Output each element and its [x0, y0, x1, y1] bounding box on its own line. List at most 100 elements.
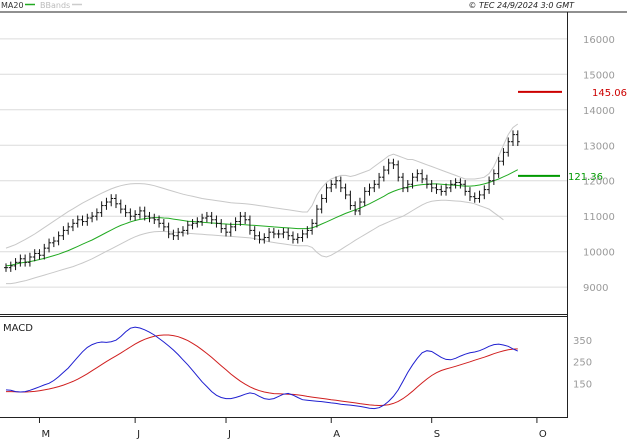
ohlc-bar — [147, 211, 152, 223]
time-axis: MJJASO — [38, 417, 547, 440]
ohlc-bar — [166, 222, 171, 239]
bollinger-lower-band — [6, 199, 504, 285]
ohlc-bar — [171, 229, 176, 240]
ohlc-bar — [424, 174, 429, 189]
ohlc-bar — [56, 231, 61, 246]
chart-canvas: MA20 BBands © TEC 24/9/2024 3:0 GMT 145.… — [0, 0, 627, 440]
ohlc-bar — [391, 158, 396, 170]
ohlc-bar — [18, 254, 23, 267]
ohlc-bar — [453, 178, 458, 189]
month-label: O — [539, 429, 547, 440]
ohlc-bar — [348, 190, 353, 210]
ohlc-bar — [75, 215, 80, 228]
ohlc-bar — [257, 231, 262, 244]
ohlc-bar — [353, 201, 358, 216]
ohlc-bar — [487, 176, 492, 194]
ohlc-bar — [200, 213, 205, 226]
price-panel: 145.06 121.36 16000150001400013000120001… — [0, 35, 627, 294]
ohlc-bar — [70, 219, 75, 232]
ohlc-bar — [32, 249, 37, 262]
ohlc-bar — [123, 204, 128, 217]
ohlc-bar — [152, 213, 157, 225]
price-tick-label: 15000 — [583, 70, 615, 81]
ohlc-bar — [180, 226, 185, 237]
ohlc-bar — [23, 254, 28, 267]
ohlc-bar — [444, 183, 449, 196]
ohlc-bar — [109, 194, 114, 207]
ohlc-bar — [27, 252, 32, 267]
ohlc-bar — [386, 158, 391, 175]
ohlc-bar — [219, 219, 224, 233]
ohlc-bar — [94, 208, 99, 221]
ohlc-bar — [61, 226, 66, 240]
ohlc-bar — [271, 227, 276, 239]
chart-header: MA20 BBands © TEC 24/9/2024 3:0 GMT — [0, 0, 627, 10]
ohlc-bar — [51, 236, 56, 248]
ohlc-bar — [66, 222, 71, 235]
month-label: J — [227, 429, 231, 440]
ohlc-bar — [372, 180, 377, 193]
ohlc-bar — [362, 187, 367, 207]
ohlc-bar — [204, 211, 209, 223]
ohlc-bar — [448, 180, 453, 193]
price-tick-label: 11000 — [583, 212, 615, 223]
price-tick-label: 13000 — [583, 141, 615, 152]
price-gridlines — [0, 38, 567, 288]
price-tick-label: 12000 — [583, 177, 615, 188]
ohlc-bar — [415, 169, 420, 182]
ohlc-bars — [4, 130, 520, 272]
ohlc-bar — [511, 130, 515, 146]
ohlc-bar — [506, 137, 511, 157]
ohlc-bar — [396, 160, 401, 182]
ohlc-bar — [176, 227, 181, 240]
macd-title: MACD — [3, 323, 33, 334]
ohlc-bar — [405, 180, 410, 193]
ohlc-bar — [161, 219, 166, 232]
ohlc-bar — [190, 219, 195, 230]
ohlc-bar — [8, 261, 13, 272]
ohlc-bar — [267, 227, 272, 242]
month-label: J — [136, 429, 140, 440]
macd-tick-label: 350 — [573, 336, 592, 347]
ohlc-bar — [185, 220, 190, 235]
ohlc-bar — [463, 180, 468, 196]
ohlc-bar — [400, 172, 405, 193]
ohlc-bar — [286, 227, 291, 240]
macd-tick-label: 150 — [573, 379, 592, 390]
ohlc-bar — [439, 185, 444, 196]
macd-tick-label: 250 — [573, 358, 592, 369]
macd-signal-line — [6, 334, 518, 407]
ohlc-bar — [515, 130, 520, 146]
price-tick-label: 10000 — [583, 248, 615, 259]
ohlc-bar — [477, 190, 482, 203]
macd-line — [5, 326, 519, 410]
macd-panel: 350 250 150 MACD — [3, 323, 592, 410]
price-tick-label: 9000 — [583, 283, 608, 294]
ma20-legend-label: MA20 — [1, 1, 24, 10]
ohlc-bar — [214, 215, 219, 228]
ohlc-bar — [128, 208, 133, 221]
ohlc-bar — [367, 183, 372, 196]
ohlc-bar — [276, 229, 281, 239]
month-label: A — [333, 429, 340, 440]
ohlc-bar — [243, 211, 248, 225]
ohlc-bar — [482, 185, 487, 200]
ohlc-bar — [262, 233, 267, 244]
ohlc-bar — [137, 206, 142, 219]
ohlc-bar — [80, 215, 85, 226]
macd-axis-ticks: 350 250 150 — [573, 336, 592, 391]
ohlc-bar — [329, 180, 334, 193]
ohlc-bar — [381, 165, 386, 182]
ohlc-bar — [209, 211, 214, 225]
ohlc-bar — [90, 211, 95, 223]
price-tick-label: 14000 — [583, 106, 615, 117]
ohlc-bar — [501, 148, 506, 166]
ohlc-bar — [238, 211, 243, 226]
chart-frames — [0, 11, 627, 418]
ohlc-bar — [281, 227, 286, 239]
ohlc-bar — [224, 224, 229, 237]
ohlc-bar — [324, 183, 329, 203]
ohlc-bar — [114, 194, 119, 209]
ohlc-bar — [467, 187, 472, 201]
ohlc-bar — [343, 183, 348, 200]
